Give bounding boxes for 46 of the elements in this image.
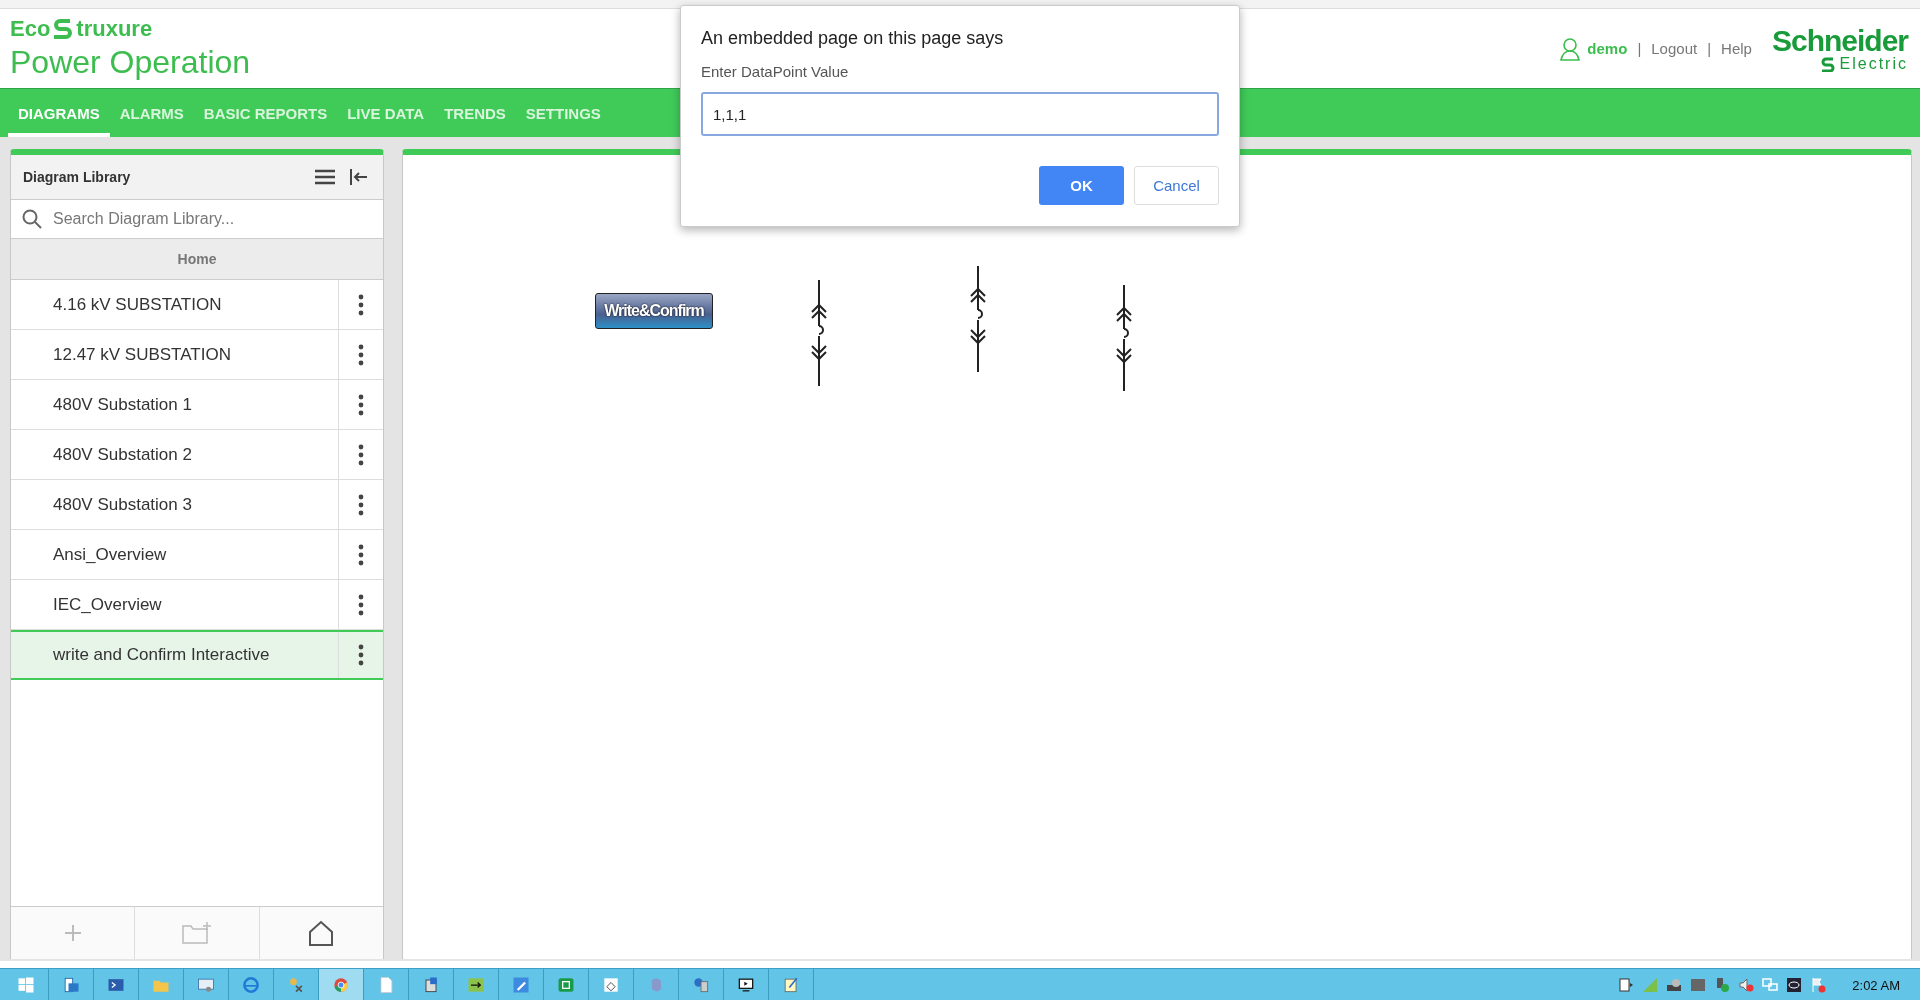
diagram-list-item[interactable]: Ansi_Overview	[11, 530, 383, 580]
write-confirm-button[interactable]: Write&Confirm	[595, 293, 713, 329]
brand-subtitle: Electric	[1839, 55, 1908, 72]
windows-logo-icon	[16, 975, 36, 995]
logo-text: Eco	[10, 16, 51, 42]
speaker-muted-icon[interactable]	[1738, 977, 1755, 993]
brand-name: Schneider	[1771, 25, 1908, 56]
more-icon[interactable]	[358, 393, 364, 416]
more-icon[interactable]	[358, 493, 364, 516]
pen-icon	[511, 975, 531, 995]
more-icon[interactable]	[358, 443, 364, 466]
separator: |	[1707, 40, 1712, 57]
product-title: Power Operation	[10, 44, 251, 81]
value-input[interactable]: 1,1,1	[701, 92, 1219, 136]
diagram-list-item[interactable]: write and Confirm Interactive	[11, 630, 383, 680]
diagram-list-item[interactable]: 480V Substation 3	[11, 480, 383, 530]
separator: |	[1637, 40, 1642, 57]
clock[interactable]: 2:02 AM	[1852, 977, 1900, 993]
more-icon[interactable]	[358, 343, 364, 366]
diagram-list-item[interactable]: 12.47 kV SUBSTATION	[11, 330, 383, 380]
diagram-list-item[interactable]: 480V Substation 1	[11, 380, 383, 430]
flag-error-icon[interactable]	[1810, 977, 1827, 993]
globe-icon	[241, 975, 261, 995]
user-name[interactable]: demo	[1587, 40, 1628, 57]
home-icon[interactable]	[307, 919, 336, 947]
header-link[interactable]: Logout	[1651, 40, 1698, 57]
breadcrumb[interactable]: Home	[177, 251, 217, 267]
cancel-button[interactable]: Cancel	[1134, 166, 1219, 205]
more-icon[interactable]	[358, 293, 364, 316]
more-icon[interactable]	[358, 644, 364, 666]
dialog-title: An embedded page on this page says	[701, 28, 1005, 49]
user-icon	[1559, 36, 1582, 61]
notification-icon[interactable]	[1618, 977, 1635, 993]
brand-s-icon	[1819, 55, 1836, 72]
ok-button[interactable]: OK	[1039, 166, 1124, 205]
panel-title: Diagram Library	[23, 169, 132, 185]
diagram-list-item[interactable]: 480V Substation 2	[11, 430, 383, 480]
chrome-icon	[331, 975, 351, 995]
display-icon[interactable]	[1786, 977, 1803, 993]
search-icon	[21, 208, 43, 230]
diagram-list-item[interactable]: 4.16 kV SUBSTATION	[11, 280, 383, 330]
logo-text: truxure	[76, 16, 153, 42]
header-link[interactable]: Help	[1721, 40, 1752, 57]
more-icon[interactable]	[358, 593, 364, 616]
more-icon[interactable]	[358, 543, 364, 566]
dialog-message: Enter DataPoint Value	[701, 63, 850, 80]
